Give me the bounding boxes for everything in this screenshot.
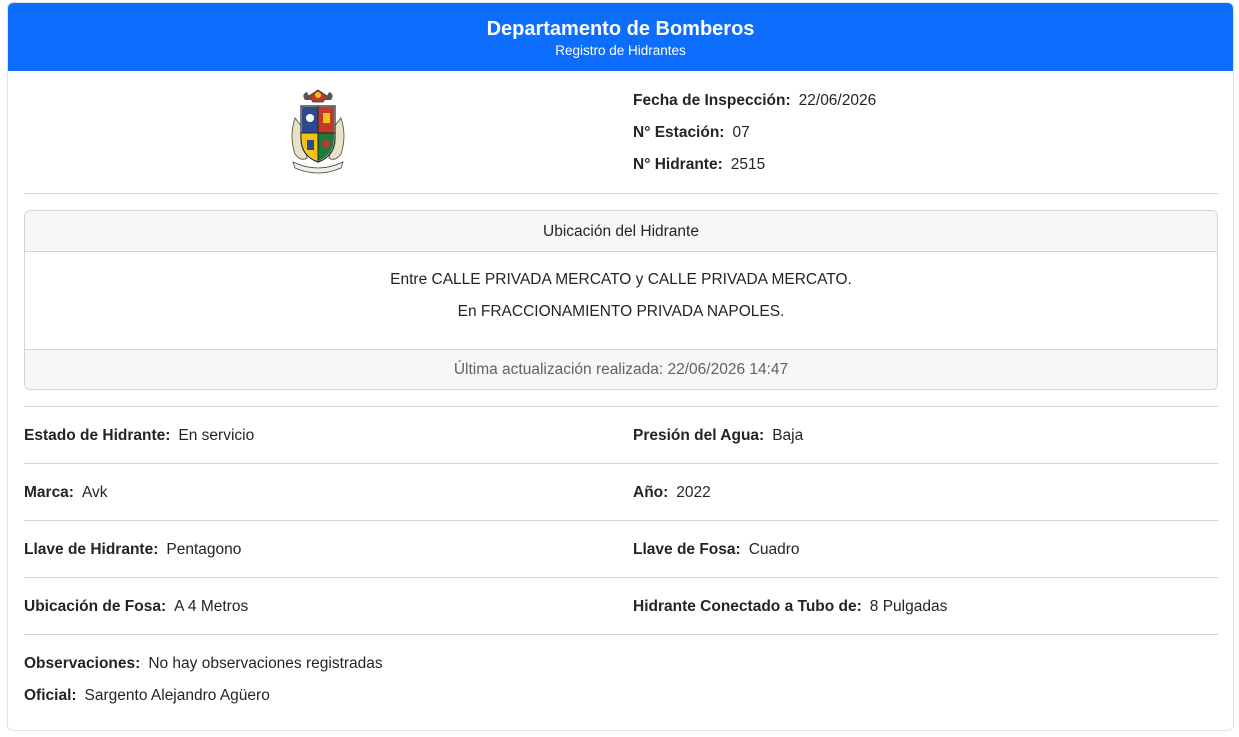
page-title: Departamento de Bomberos [486, 18, 755, 40]
inspection-date-label: Fecha de Inspección: [633, 92, 791, 109]
hydrant-status: Estado de Hidrante: En servicio [24, 426, 254, 446]
pit-location-value: A 4 Metros [174, 598, 249, 615]
year: Año: 2022 [633, 483, 711, 503]
location-streets: Entre CALLE PRIVADA MERCATO y CALLE PRIV… [390, 271, 852, 288]
observations-value: No hay observaciones registradas [148, 655, 383, 672]
station-number: N° Estación: 07 [633, 123, 750, 143]
card-header: Departamento de Bomberos Registro de Hid… [8, 3, 1233, 71]
observations-label: Observaciones: [24, 655, 141, 672]
brand-label: Marca: [24, 484, 74, 501]
hydrant-status-value: En servicio [178, 427, 255, 444]
hydrant-key-value: Pentagono [166, 541, 242, 558]
hydrant-status-label: Estado de Hidrante: [24, 427, 171, 444]
record-summary: Fecha de Inspección: 22/06/2026 N° Estaci… [8, 71, 1233, 193]
brand: Marca: Avk [24, 483, 108, 503]
officer-value: Sargento Alejandro Agüero [84, 687, 270, 704]
pipe-size-value: 8 Pulgadas [869, 598, 948, 615]
station-number-value: 07 [732, 124, 750, 141]
location-neighborhood: En FRACCIONAMIENTO PRIVADA NAPOLES. [457, 303, 785, 320]
officer-label: Oficial: [24, 687, 77, 704]
divider [24, 520, 1218, 521]
pipe-size-label: Hidrante Conectado a Tubo de: [633, 598, 862, 615]
pit-location-label: Ubicación de Fosa: [24, 598, 167, 615]
inspection-date-value: 22/06/2026 [798, 92, 877, 109]
hydrant-number-value: 2515 [730, 156, 766, 173]
year-value: 2022 [676, 484, 711, 501]
pit-key-value: Cuadro [748, 541, 800, 558]
location-panel-title: Ubicación del Hidrante [25, 211, 1217, 252]
pit-location: Ubicación de Fosa: A 4 Metros [24, 597, 248, 617]
divider [24, 463, 1218, 464]
page-subtitle: Registro de Hidrantes [555, 43, 686, 58]
location-panel-body: Entre CALLE PRIVADA MERCATO y CALLE PRIV… [25, 252, 1217, 349]
pit-key-label: Llave de Fosa: [633, 541, 741, 558]
divider [24, 577, 1218, 578]
brand-value: Avk [81, 484, 108, 501]
divider [24, 634, 1218, 635]
location-panel: Ubicación del Hidrante Entre CALLE PRIVA… [24, 210, 1218, 390]
hydrant-number-label: N° Hidrante: [633, 156, 723, 173]
officer: Oficial: Sargento Alejandro Agüero [24, 686, 270, 706]
observations: Observaciones: No hay observaciones regis… [24, 654, 383, 674]
water-pressure: Presión del Agua: Baja [633, 426, 803, 446]
hydrant-key: Llave de Hidrante: Pentagono [24, 540, 241, 560]
water-pressure-value: Baja [772, 427, 804, 444]
last-update: Última actualización realizada: 22/06/20… [25, 349, 1217, 389]
station-number-label: N° Estación: [633, 124, 725, 141]
year-label: Año: [633, 484, 669, 501]
pit-key: Llave de Fosa: Cuadro [633, 540, 800, 560]
divider [24, 406, 1218, 407]
water-pressure-label: Presión del Agua: [633, 427, 765, 444]
inspection-date: Fecha de Inspección: 22/06/2026 [633, 91, 876, 111]
hydrant-number: N° Hidrante: 2515 [633, 155, 765, 175]
hydrant-record-card: Departamento de Bomberos Registro de Hid… [7, 2, 1234, 731]
pipe-size: Hidrante Conectado a Tubo de: 8 Pulgadas [633, 597, 947, 617]
hydrant-key-label: Llave de Hidrante: [24, 541, 159, 558]
divider [24, 193, 1218, 194]
coat-of-arms-icon [291, 89, 345, 174]
